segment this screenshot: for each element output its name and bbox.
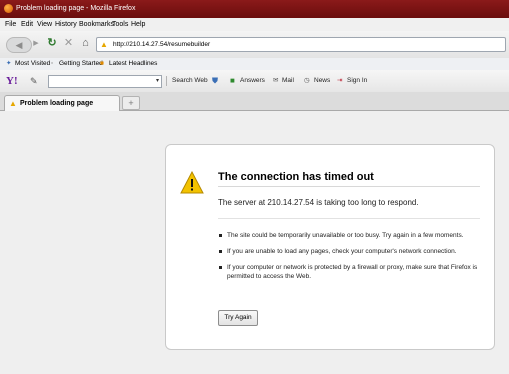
menu-edit[interactable]: Edit [21,18,33,31]
back-button[interactable]: ◀ [6,37,32,53]
warning-icon: ▲ [100,40,108,49]
forward-arrow-icon: ▶ [33,40,39,47]
chevron-down-icon[interactable]: ▾ [156,76,159,87]
toolbar-separator [166,76,167,86]
menu-view[interactable]: View [37,18,52,31]
answers-icon: ■ [230,76,235,85]
window-title: Problem loading page - Mozilla Firefox [16,5,136,12]
list-item: If you are unable to load any pages, che… [218,247,486,256]
reload-button[interactable]: ↻ [46,36,58,50]
page-content: The connection has timed out The server … [0,111,509,374]
list-item: The site could be temporarily unavailabl… [218,231,486,240]
try-again-button[interactable]: Try Again [218,310,258,326]
bookmark-most-visited[interactable]: Most Visited [15,58,50,70]
navigation-toolbar: ◀ ▶ ↻ ✕ ⌂ ▲ http://210.14.27.54/resumebu… [0,31,509,59]
news-icon: ◷ [304,77,310,84]
yahoo-toolbar: Y! ✎ ▾ Search Web ⛊ ■ Answers ✉ Mail ◷ N… [0,70,509,93]
most-visited-icon: ✦ [6,60,12,67]
menu-bookmarks[interactable]: Bookmarks [79,18,114,31]
pencil-icon[interactable]: ✎ [30,70,38,92]
news-button[interactable]: News [314,70,330,92]
back-arrow-icon: ◀ [15,40,23,50]
mail-icon: ✉ [273,77,279,84]
window-title-bar: Problem loading page - Mozilla Firefox [0,0,509,18]
error-panel: The connection has timed out The server … [165,144,495,350]
home-button[interactable]: ⌂ [79,36,92,50]
plus-icon: + [128,98,134,108]
mail-button[interactable]: Mail [282,70,294,92]
reload-icon: ↻ [47,37,57,49]
error-reasons-list: The site could be temporarily unavailabl… [218,231,486,288]
menu-bar: File Edit View History Bookmarks Tools H… [0,18,509,31]
title-divider [218,186,480,187]
url-value: http://210.14.27.54/resumebuilder [113,41,211,48]
warning-icon: ▲ [9,99,17,108]
home-icon: ⌂ [82,37,89,49]
firefox-icon [4,4,13,13]
warning-triangle-icon [180,171,204,194]
menu-help[interactable]: Help [131,18,145,31]
stop-icon: ✕ [63,37,74,49]
tab-label: Problem loading page [20,100,94,107]
error-title: The connection has timed out [218,171,374,183]
bookmark-latest-headlines[interactable]: Latest Headlines [109,58,157,70]
shield-icon[interactable]: ⛊ [212,70,218,92]
sign-in-icon: ⇥ [337,77,343,84]
menu-file[interactable]: File [5,18,16,31]
page-icon: ▫ [51,60,54,67]
sign-in-button[interactable]: Sign In [347,70,367,92]
yahoo-logo[interactable]: Y! [6,70,18,92]
rss-icon: ■ [100,60,104,67]
search-web-button[interactable]: Search Web [172,70,208,92]
tab-problem-loading-page[interactable]: ▲ Problem loading page [4,95,120,111]
list-item: If your computer or network is protected… [218,263,486,281]
description-divider [218,218,480,219]
error-description: The server at 210.14.27.54 is taking too… [218,198,419,207]
yahoo-search-input[interactable]: ▾ [48,75,162,88]
bookmark-getting-started[interactable]: Getting Started [59,58,103,70]
stop-button[interactable]: ✕ [63,36,74,50]
menu-history[interactable]: History [55,18,77,31]
new-tab-button[interactable]: + [122,96,140,110]
forward-button[interactable]: ▶ [31,39,41,49]
tab-strip: ▲ Problem loading page + [0,92,509,111]
url-bar[interactable]: ▲ http://210.14.27.54/resumebuilder [96,37,506,52]
answers-button[interactable]: Answers [240,70,265,92]
menu-tools[interactable]: Tools [112,18,128,31]
bookmarks-toolbar: ✦ Most Visited ▫ Getting Started ■ Lates… [0,58,509,70]
